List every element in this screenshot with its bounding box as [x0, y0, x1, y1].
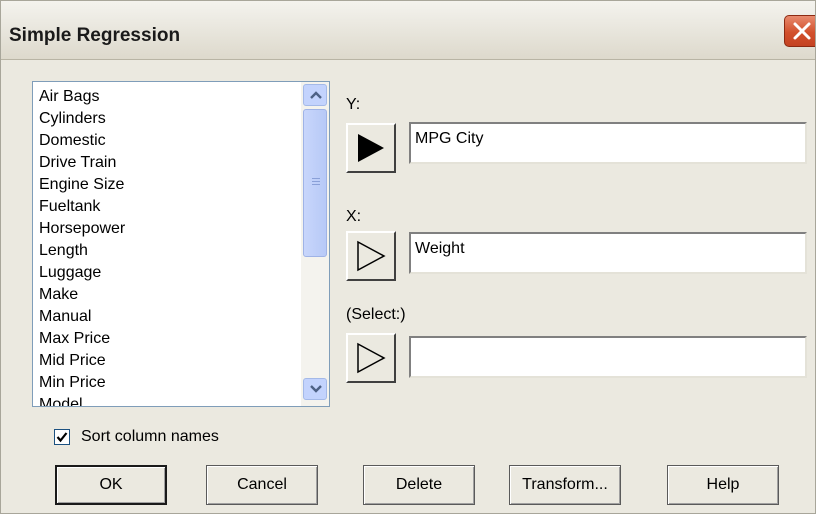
x-label: X: — [346, 208, 362, 225]
title-bar[interactable]: Simple Regression — [1, 1, 815, 60]
list-item[interactable]: Max Price — [39, 328, 301, 350]
select-field[interactable] — [409, 336, 807, 378]
list-item[interactable]: Luggage — [39, 262, 301, 284]
select-label: (Select:) — [346, 306, 406, 323]
chevron-up-icon — [310, 91, 322, 99]
column-list: Air Bags Cylinders Domestic Drive Train Engi… — [39, 86, 301, 406]
list-item[interactable]: Engine Size — [39, 174, 301, 196]
list-item[interactable]: Model — [39, 394, 301, 406]
play-arrow-icon — [357, 240, 386, 272]
list-item[interactable]: Cylinders — [39, 108, 301, 130]
x-field[interactable]: Weight — [409, 232, 807, 274]
list-item[interactable]: Air Bags — [39, 86, 301, 108]
list-item[interactable]: Make — [39, 284, 301, 306]
scroll-thumb[interactable] — [303, 109, 327, 257]
y-field[interactable]: MPG City — [409, 122, 807, 164]
list-item[interactable]: Min Price — [39, 372, 301, 394]
sort-checkbox-label: Sort column names — [81, 428, 219, 445]
sort-checkbox[interactable] — [54, 429, 70, 445]
transform-button[interactable]: Transform... — [509, 465, 621, 505]
select-assign-button[interactable] — [346, 333, 396, 383]
chevron-down-icon — [310, 385, 322, 393]
list-item[interactable]: Fueltank — [39, 196, 301, 218]
y-assign-button[interactable] — [346, 123, 396, 173]
list-item[interactable]: Drive Train — [39, 152, 301, 174]
window-title: Simple Regression — [9, 25, 181, 46]
list-item[interactable]: Mid Price — [39, 350, 301, 372]
list-item[interactable]: Horsepower — [39, 218, 301, 240]
x-field-value: Weight — [415, 240, 465, 257]
scroll-grip — [312, 178, 320, 187]
x-assign-button[interactable] — [346, 231, 396, 281]
close-icon — [793, 22, 811, 40]
ok-button[interactable]: OK — [55, 465, 167, 505]
column-listbox[interactable]: Air Bags Cylinders Domestic Drive Train Engi… — [32, 81, 330, 407]
list-item[interactable]: Manual — [39, 306, 301, 328]
play-arrow-icon — [358, 134, 384, 162]
vertical-scrollbar[interactable] — [301, 82, 329, 406]
delete-button[interactable]: Delete — [363, 465, 475, 505]
close-button[interactable] — [784, 15, 815, 47]
help-button[interactable]: Help — [667, 465, 779, 505]
play-arrow-icon — [357, 342, 386, 374]
y-field-value: MPG City — [415, 130, 484, 147]
list-item[interactable]: Domestic — [39, 130, 301, 152]
list-item[interactable]: Length — [39, 240, 301, 262]
scroll-down-button[interactable] — [303, 378, 327, 400]
simple-regression-dialog: Simple Regression Air Bags Cylinders Domes… — [0, 0, 816, 514]
y-label: Y: — [346, 96, 361, 113]
check-icon — [56, 432, 68, 443]
cancel-button[interactable]: Cancel — [206, 465, 318, 505]
scroll-up-button[interactable] — [303, 84, 327, 106]
